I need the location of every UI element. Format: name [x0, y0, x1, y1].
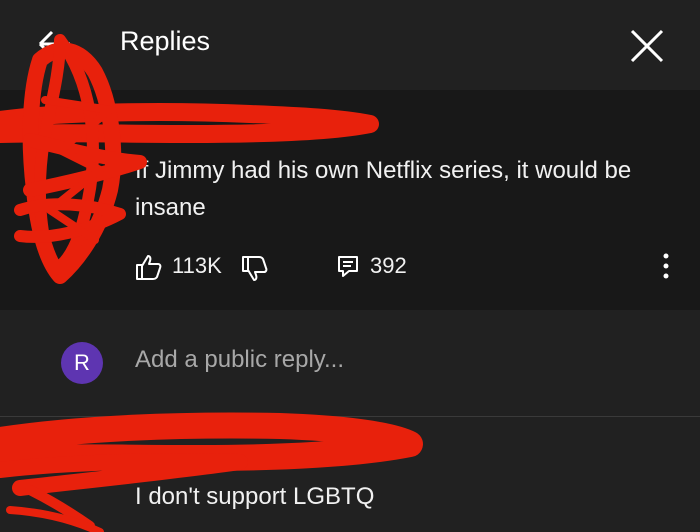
close-icon[interactable]	[628, 27, 666, 65]
add-reply-row: R Add a public reply...	[0, 310, 700, 417]
back-arrow-icon[interactable]	[36, 28, 72, 60]
reply-comment: I don't support LGBTQ	[0, 417, 700, 532]
page-title: Replies	[120, 26, 211, 56]
reply-text: I don't support LGBTQ	[135, 483, 375, 510]
reply-input[interactable]: Add a public reply...	[135, 346, 615, 374]
parent-comment: If Jimmy had his own Netflix series, it …	[0, 90, 700, 310]
replies-header: Replies	[0, 0, 700, 90]
thumbs-down-icon[interactable]	[241, 255, 269, 283]
comment-text: If Jimmy had his own Netflix series, it …	[135, 157, 632, 221]
more-options-icon[interactable]	[660, 251, 672, 281]
reply-comment-icon[interactable]	[337, 255, 359, 277]
comment-actions: 113K 392	[0, 245, 700, 285]
like-count: 113K	[172, 253, 222, 278]
user-avatar[interactable]: R	[61, 342, 103, 384]
thumbs-up-icon[interactable]	[135, 253, 163, 281]
reply-count: 392	[370, 253, 407, 278]
